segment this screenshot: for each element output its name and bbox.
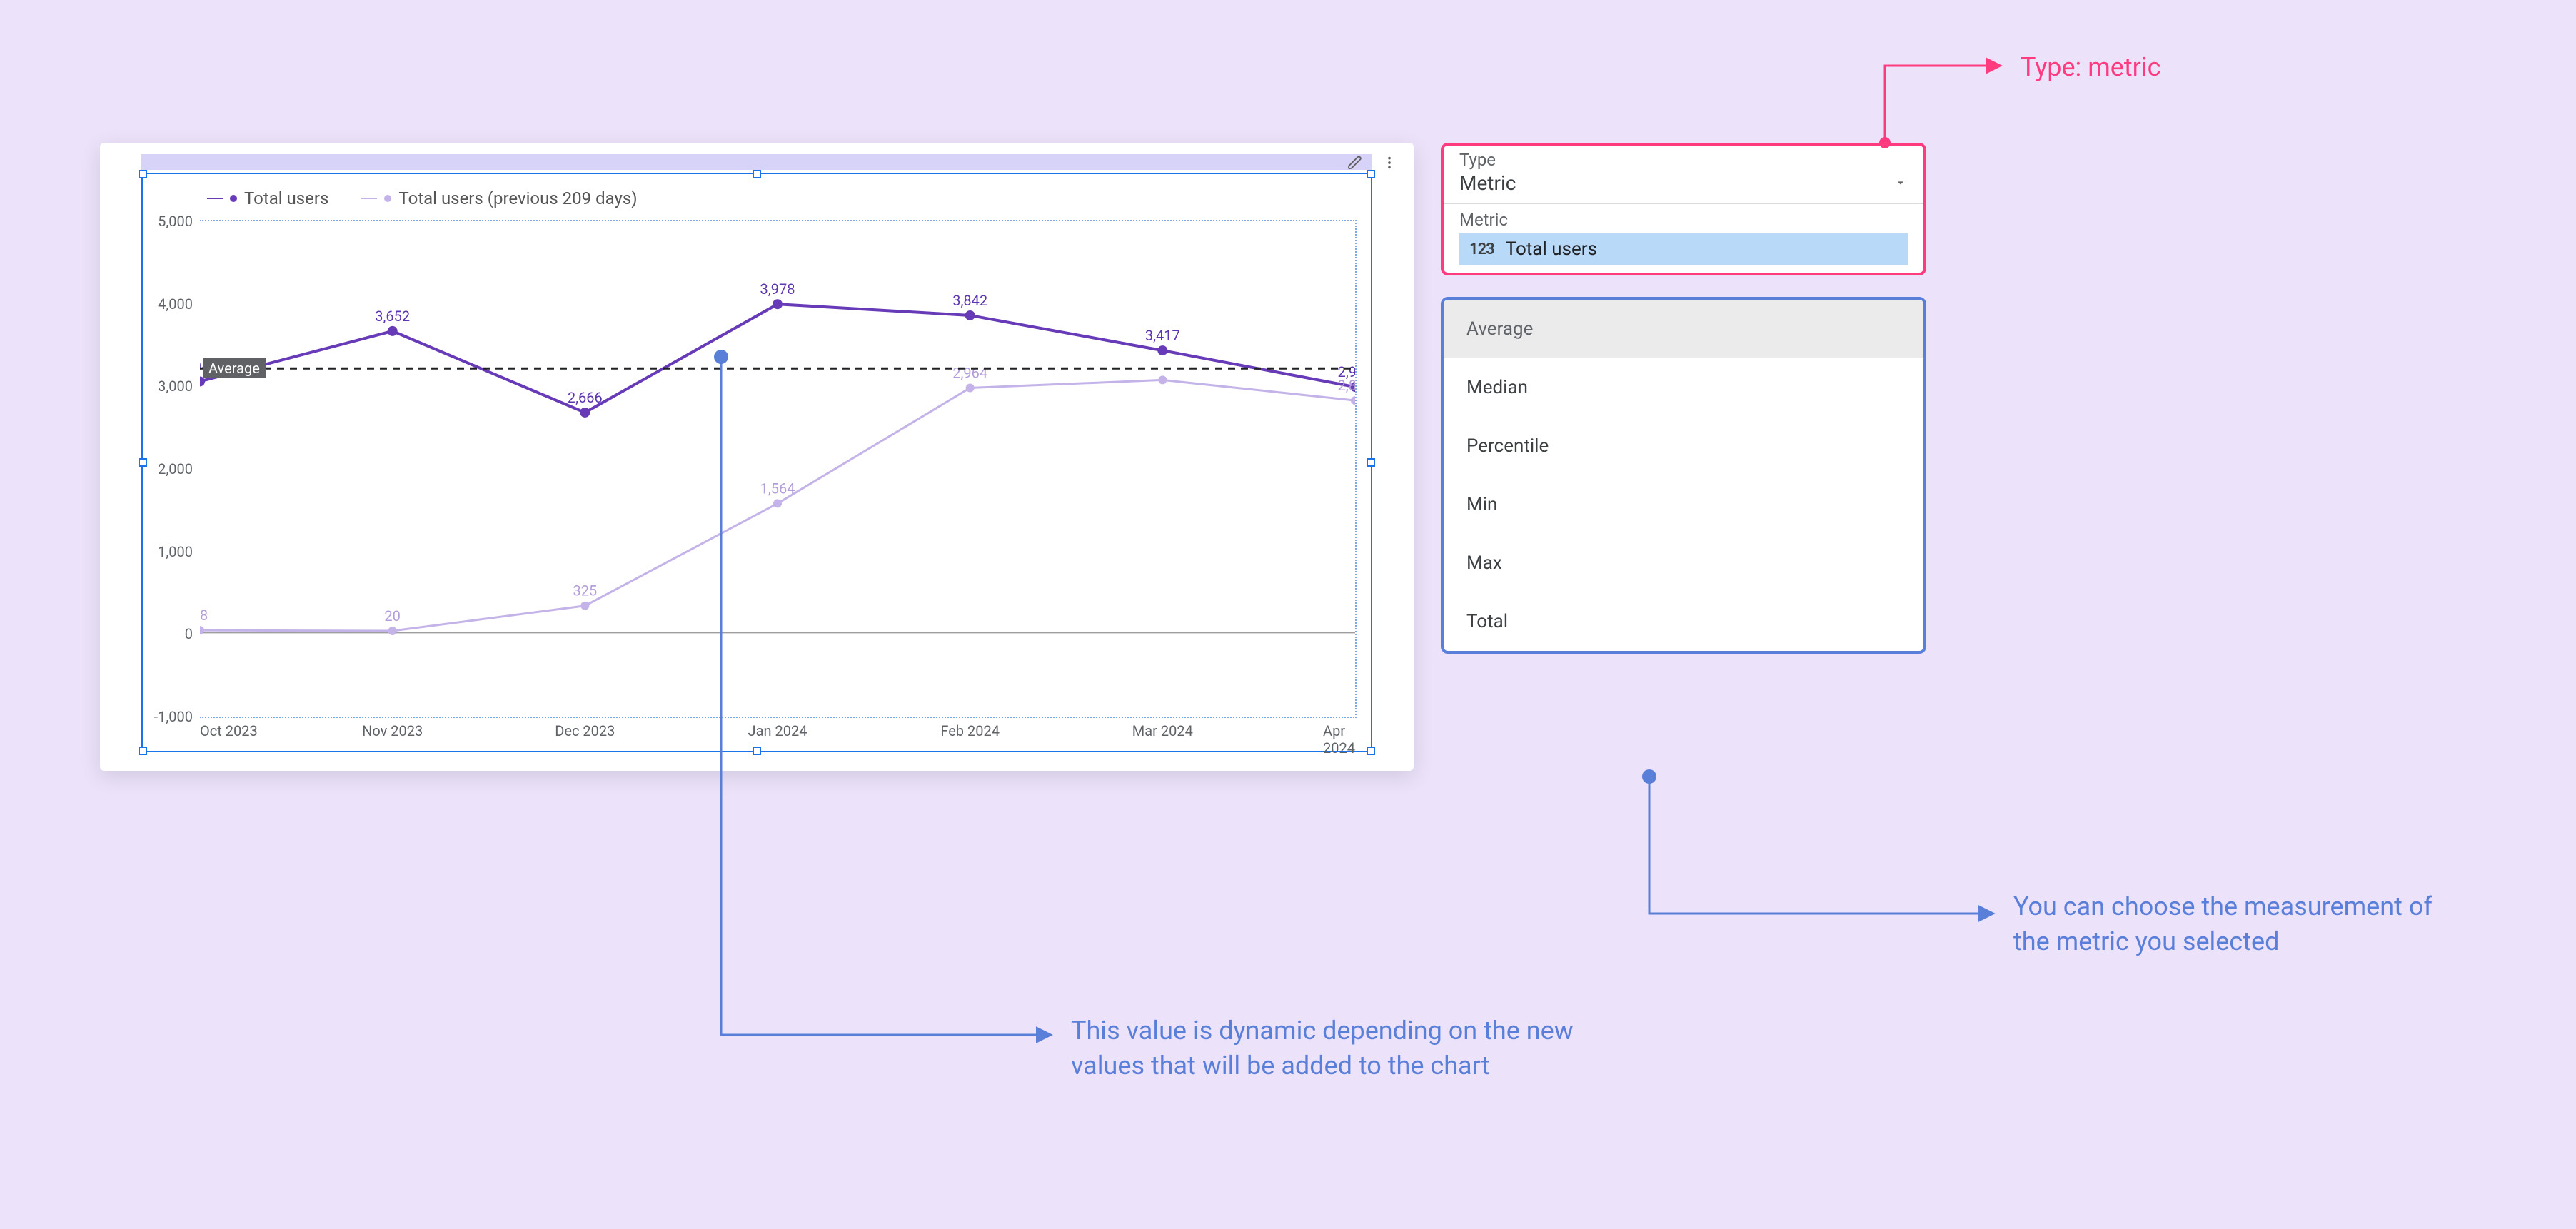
legend-item[interactable]: Total users (previous 209 days): [361, 188, 637, 208]
resize-handle[interactable]: [1367, 747, 1375, 755]
config-panel: Type Metric Metric 123 Total users Avera…: [1441, 143, 1926, 654]
svg-text:3,978: 3,978: [760, 280, 795, 298]
chart-header-bar: [141, 154, 1372, 170]
measure-option[interactable]: Max: [1444, 534, 1923, 592]
x-tick-label: Jan 2024: [748, 722, 807, 739]
legend-label: Total users: [244, 188, 328, 208]
resize-handle[interactable]: [139, 170, 147, 178]
resize-handle[interactable]: [1367, 170, 1375, 178]
svg-text:1,564: 1,564: [760, 480, 795, 497]
metric-chip[interactable]: 123 Total users: [1459, 233, 1908, 265]
measurement-dropdown: AverageMedianPercentileMinMaxTotal: [1441, 297, 1926, 654]
x-tick-label: Dec 2023: [555, 722, 615, 739]
y-tick-label: 4,000: [143, 295, 193, 313]
legend-label: Total users (previous 209 days): [398, 188, 637, 208]
measure-option[interactable]: Min: [1444, 475, 1923, 534]
x-axis: Oct 2023 Nov 2023 Dec 2023 Jan 2024 Feb 2024…: [200, 722, 1357, 744]
x-tick-label: Apr 2024: [1323, 722, 1355, 757]
x-tick-label: Oct 2023: [200, 722, 258, 739]
type-select[interactable]: Metric: [1444, 171, 1923, 204]
svg-text:325: 325: [573, 582, 597, 600]
measure-option[interactable]: Percentile: [1444, 417, 1923, 475]
type-value: Metric: [1459, 171, 1516, 195]
y-tick-label: 0: [143, 625, 193, 642]
y-tick-label: 2,000: [143, 460, 193, 477]
annotation-dynamic-value: This value is dynamic depending on the n…: [1071, 1013, 1614, 1083]
number-icon: 123: [1469, 241, 1494, 258]
annotation-measurement: You can choose the measurement of the me…: [2013, 889, 2470, 959]
y-tick-label: 1,000: [143, 543, 193, 560]
legend-item[interactable]: Total users: [207, 188, 328, 208]
chevron-down-icon: [1893, 171, 1908, 195]
type-label: Type: [1459, 150, 1908, 170]
average-badge: Average: [203, 358, 266, 378]
svg-text:2,666: 2,666: [568, 389, 603, 406]
resize-handle[interactable]: [753, 747, 761, 755]
metric-label: Metric: [1459, 210, 1908, 230]
measure-option[interactable]: Average: [1444, 300, 1923, 358]
legend: Total users Total users (previous 209 da…: [207, 188, 638, 208]
resize-handle[interactable]: [753, 170, 761, 178]
svg-text:28: 28: [200, 607, 208, 624]
x-tick-label: Nov 2023: [362, 722, 423, 739]
chart-card: Total users Total users (previous 209 da…: [100, 143, 1414, 771]
annotation-type-metric: Type: metric: [2021, 50, 2160, 85]
metric-value: Total users: [1506, 238, 1597, 260]
svg-text:3,417: 3,417: [1145, 327, 1180, 344]
y-tick-label: -1,000: [143, 708, 193, 725]
y-tick-label: 5,000: [143, 213, 193, 230]
chart-selection-frame[interactable]: Total users Total users (previous 209 da…: [141, 173, 1372, 752]
pencil-icon[interactable]: [1345, 153, 1365, 173]
resize-handle[interactable]: [1367, 458, 1375, 467]
svg-text:2,964: 2,964: [952, 364, 987, 381]
measure-option[interactable]: Total: [1444, 592, 1923, 651]
x-tick-label: Feb 2024: [940, 722, 1000, 739]
more-vertical-icon[interactable]: [1379, 153, 1399, 173]
type-panel: Type Metric Metric 123 Total users: [1441, 143, 1926, 275]
resize-handle[interactable]: [139, 747, 147, 755]
measure-option[interactable]: Median: [1444, 358, 1923, 417]
y-axis: -1,00001,0002,0003,0004,0005,000: [143, 220, 198, 718]
svg-text:3,842: 3,842: [952, 292, 987, 309]
svg-text:2,812: 2,812: [1338, 377, 1355, 394]
svg-text:3,652: 3,652: [375, 308, 410, 325]
x-tick-label: Mar 2024: [1132, 722, 1193, 739]
svg-text:20: 20: [384, 607, 400, 624]
chart-svg: 3,0423,6522,6663,9783,8423,4172,97628203…: [200, 220, 1355, 715]
y-tick-label: 3,000: [143, 378, 193, 395]
